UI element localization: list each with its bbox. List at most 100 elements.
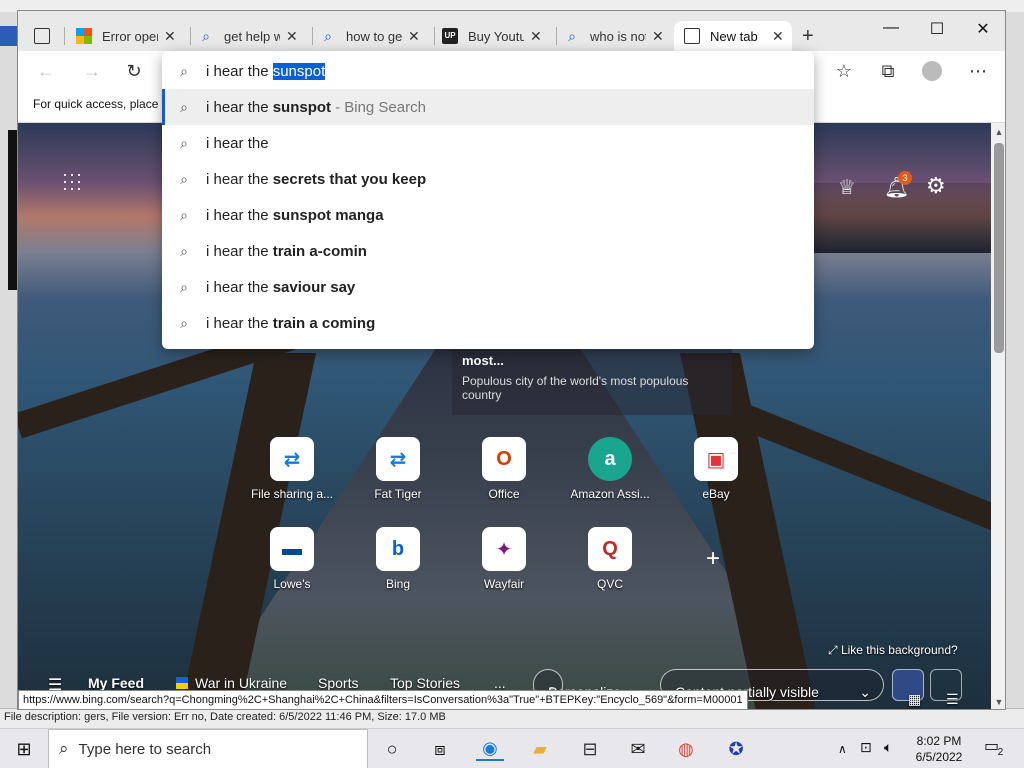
scrollbar-thumb[interactable] — [994, 143, 1004, 353]
quick-link-label: Fat Tiger — [374, 487, 422, 501]
notifications-button[interactable]: 🔔︎ 3 — [884, 171, 912, 200]
info-card[interactable]: most... Populous city of the world's mos… — [452, 347, 732, 415]
task-view-icon: ⧈ — [434, 738, 446, 759]
grid-view-button[interactable]: ▦ — [892, 669, 924, 707]
back-button[interactable]: ← — [34, 59, 58, 83]
quick-link-file-sharing[interactable]: ⇄ File sharing a... — [237, 437, 347, 501]
taskbar-edge[interactable]: ◉ — [476, 737, 504, 761]
feed-tab-sports[interactable]: Sports — [318, 675, 358, 691]
quick-link-label: Wayfair — [483, 577, 525, 591]
suggestion-item[interactable]: ⌕ i hear the sunspot manga — [162, 197, 814, 233]
tab-new-tab-active[interactable]: New tab ✕ — [674, 21, 792, 51]
quick-link-lowes[interactable]: ▬ Lowe's — [237, 527, 347, 591]
page-scrollbar[interactable]: ▲ ▼ — [991, 123, 1005, 709]
tab-1[interactable]: ⌕ get help with ✕ — [198, 21, 313, 51]
close-tab-icon[interactable]: ✕ — [286, 28, 298, 45]
apps-launcher-button[interactable]: ··· ··· ··· — [62, 165, 83, 197]
taskbar-chrome[interactable]: ◍ — [672, 737, 700, 761]
profile-button[interactable] — [920, 59, 944, 83]
feed-tab-my-feed[interactable]: My Feed — [88, 675, 144, 691]
add-shortcut-button[interactable]: + — [706, 545, 720, 573]
close-tab-icon[interactable]: ✕ — [530, 28, 542, 45]
chevron-down-icon: ⌄ — [859, 684, 871, 700]
suggestion-text: i hear the — [206, 206, 273, 224]
quick-link-wayfair[interactable]: ✦ Wayfair — [449, 527, 559, 591]
close-tab-icon[interactable]: ✕ — [408, 28, 420, 45]
suggestion-item[interactable]: ⌕ i hear the train a-comin — [162, 233, 814, 269]
suggestion-item[interactable]: ⌕ i hear the — [162, 125, 814, 161]
ellipsis-icon: ⋯ — [969, 61, 987, 81]
maximize-button[interactable]: ☐ — [914, 19, 960, 39]
search-icon: ⌕ — [180, 278, 188, 295]
quick-link-label: File sharing a... — [250, 487, 334, 501]
close-tab-icon[interactable]: ✕ — [164, 28, 176, 45]
refresh-button[interactable]: ↻ — [122, 59, 146, 83]
tab-actions-button[interactable] — [34, 21, 65, 51]
arrow-right-icon: → — [83, 61, 101, 81]
favorites-button[interactable]: ☆ — [832, 59, 856, 83]
taskbar-store[interactable]: ⊟ — [576, 737, 604, 761]
rewards-icon[interactable]: ♕ — [838, 175, 856, 200]
suggestion-item[interactable]: ⌕ i hear the saviour say — [162, 269, 814, 305]
folder-icon: ▰ — [533, 738, 547, 759]
tab-title: get help with — [224, 28, 280, 44]
list-view-button[interactable]: ☰ — [930, 669, 962, 707]
volume-icon[interactable]: 🔈︎ — [884, 739, 892, 755]
edge-logo-icon: ◉ — [482, 737, 498, 758]
clock-date: 6/5/2022 — [915, 750, 963, 764]
action-center-button[interactable]: ▭ 2 — [984, 739, 1009, 759]
address-bar-input[interactable]: ⌕ i hear the sunspot — [162, 53, 814, 89]
suggestion-item[interactable]: ⌕ i hear the sunspot - Bing Search — [162, 89, 814, 125]
feed-tab-top-stories[interactable]: Top Stories — [390, 675, 460, 691]
suggestion-item[interactable]: ⌕ i hear the train a coming — [162, 305, 814, 341]
star-list-icon: ☆ — [835, 61, 853, 81]
tab-4[interactable]: ⌕ who is not ✕ — [564, 21, 678, 51]
network-icon[interactable]: ⊡ — [860, 739, 872, 755]
settings-and-more-button[interactable]: ⋯ — [966, 59, 990, 83]
taskbar-mail[interactable]: ✉ — [624, 737, 652, 761]
start-button[interactable]: ⊞ — [12, 737, 36, 761]
tab-3[interactable]: UP Buy Youtube ✕ — [442, 21, 557, 51]
taskbar-game-app[interactable]: ✪ — [722, 737, 750, 761]
new-tab-button[interactable]: + — [802, 21, 826, 51]
link-status-url: https://www.bing.com/search?q=Chongming%… — [18, 690, 748, 710]
amazon-assistant-icon: a — [588, 437, 632, 481]
like-background-link[interactable]: ⤢ Like this background? — [828, 643, 958, 658]
taskbar-file-explorer[interactable]: ▰ — [526, 737, 554, 761]
task-view-button[interactable]: ⧈ — [428, 737, 452, 761]
feed-tab-war-in-ukraine[interactable]: War in Ukraine — [195, 675, 287, 691]
search-icon: ⌕ — [202, 28, 210, 44]
suggestion-text: i hear the — [206, 134, 269, 152]
quick-link-office[interactable]: O Office — [449, 437, 559, 501]
tab-title: who is not — [590, 28, 646, 44]
cortana-button[interactable]: ○ — [380, 737, 404, 761]
suggestion-item[interactable]: ⌕ i hear the secrets that you keep — [162, 161, 814, 197]
quick-link-fat-tiger[interactable]: ⇄ Fat Tiger — [343, 437, 453, 501]
page-settings-button[interactable]: ⚙ — [926, 173, 946, 199]
wayfair-icon: ✦ — [482, 527, 526, 571]
forward-button[interactable]: → — [80, 59, 104, 83]
close-tab-icon[interactable]: ✕ — [772, 28, 784, 45]
info-card-headline: most... — [462, 353, 504, 368]
quick-link-label: Amazon Assi... — [570, 487, 650, 501]
quick-link-bing[interactable]: b Bing — [343, 527, 453, 591]
scroll-up-arrow-icon[interactable]: ▲ — [991, 127, 1005, 137]
suggestion-text: i hear the — [206, 278, 273, 296]
quick-link-qvc[interactable]: Q QVC — [555, 527, 665, 591]
close-tab-icon[interactable]: ✕ — [652, 28, 664, 45]
show-hidden-icons-button[interactable]: ∧ — [838, 741, 847, 757]
lowes-icon: ▬ — [270, 527, 314, 571]
like-background-label: Like this background? — [840, 643, 958, 657]
tab-0[interactable]: Error opening ✕ — [76, 21, 191, 51]
tab-2[interactable]: ⌕ how to get ✕ — [320, 21, 435, 51]
quick-link-ebay[interactable]: ▣ eBay — [661, 437, 771, 501]
minimize-button[interactable]: — — [868, 19, 914, 37]
scroll-down-arrow-icon[interactable]: ▼ — [991, 697, 1005, 707]
collections-button[interactable]: ⧉ — [876, 59, 900, 83]
taskbar-search-box[interactable]: ⌕ Type here to search — [48, 729, 368, 768]
quick-link-amazon-assistant[interactable]: a Amazon Assi... — [555, 437, 665, 501]
close-window-button[interactable]: ✕ — [960, 19, 1005, 39]
clock[interactable]: 8:02 PM 6/5/2022 — [914, 733, 964, 765]
suggestion-bold-text: secrets that you keep — [272, 170, 427, 188]
feed-more-button[interactable]: ... — [494, 675, 506, 691]
